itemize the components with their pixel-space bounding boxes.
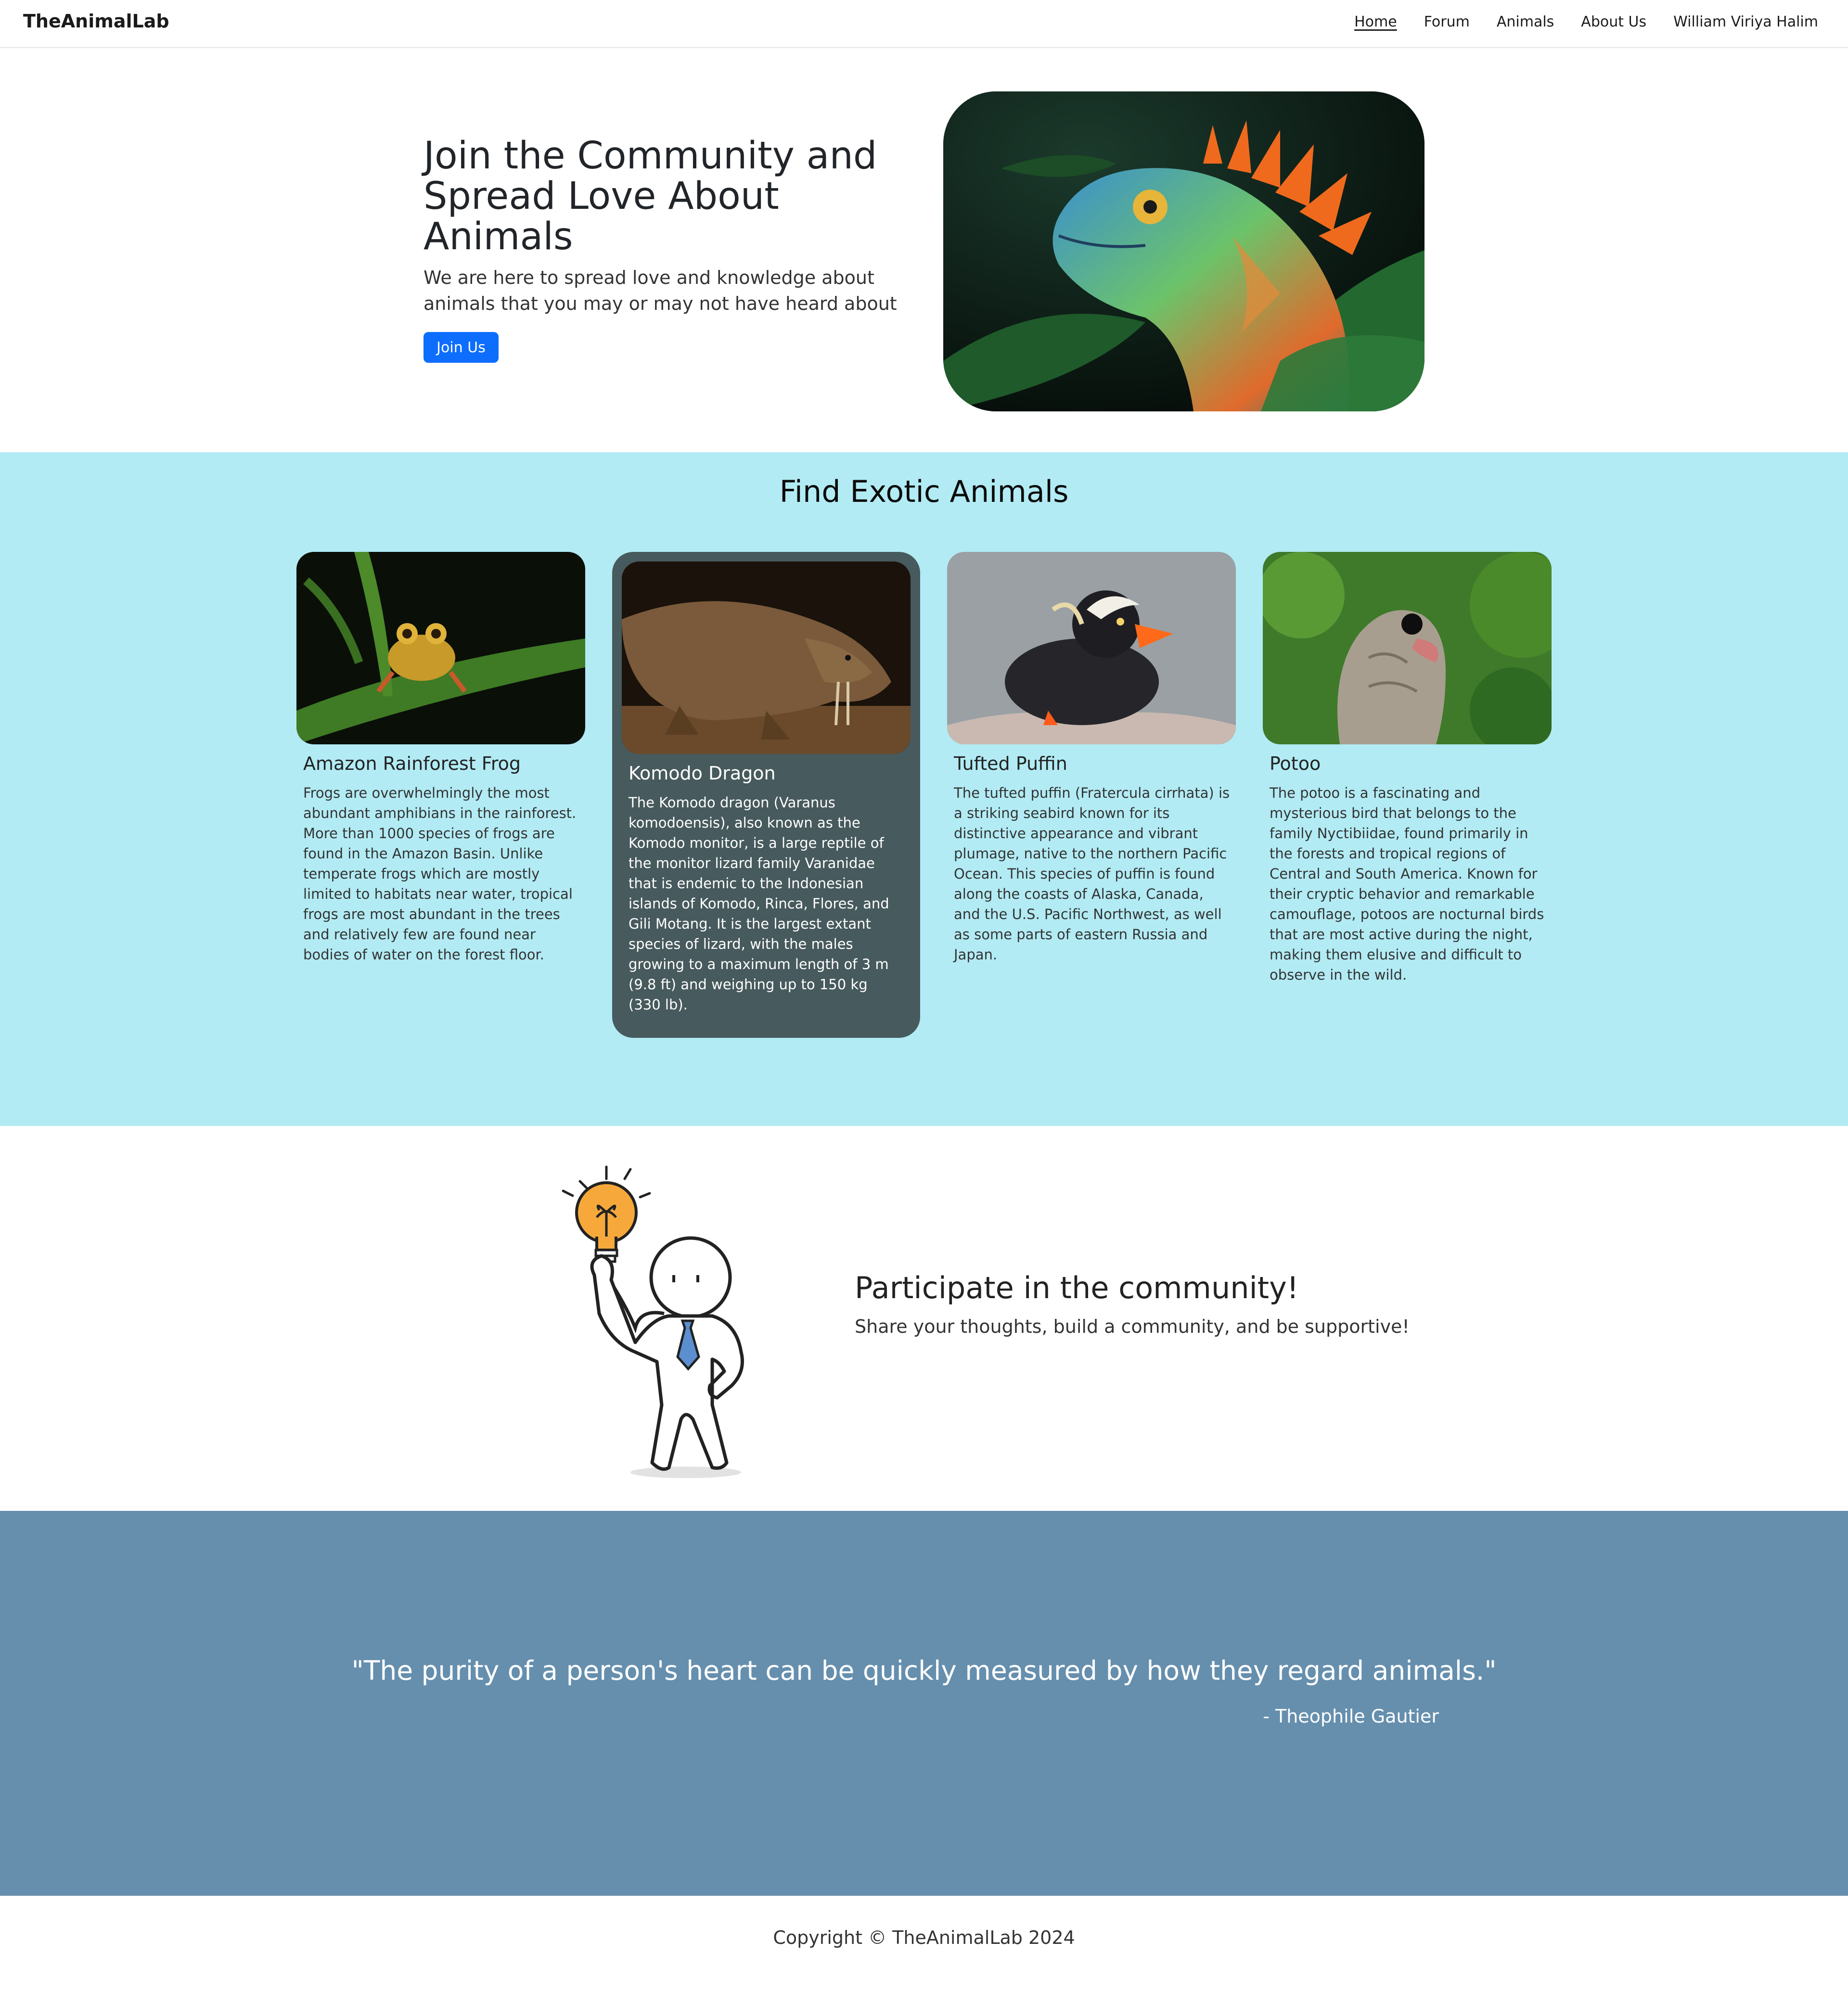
nav-links: Home Forum Animals About Us William Viri… <box>1354 13 1818 30</box>
card-title: Amazon Rainforest Frog <box>303 753 521 774</box>
quote-author: - Theophile Gautier <box>1263 1706 1439 1727</box>
animal-card-tufted-puffin[interactable]: Tufted Puffin The tufted puffin (Fraterc… <box>947 552 1236 963</box>
quote-section: "The purity of a person's heart can be q… <box>0 1511 1848 1896</box>
community-subtitle: Share your thoughts, build a community, … <box>855 1316 1410 1337</box>
potoo-image <box>1263 552 1552 744</box>
card-description: Frogs are overwhelmingly the most abunda… <box>303 785 577 963</box>
join-us-button[interactable]: Join Us <box>424 332 499 363</box>
card-description: The tufted puffin (Fratercula cirrhata) … <box>954 785 1230 963</box>
nav-link-home[interactable]: Home <box>1354 13 1397 30</box>
animal-card-potoo[interactable]: Potoo The potoo is a fascinating and mys… <box>1263 552 1552 983</box>
navbar: TheAnimalLab Home Forum Animals About Us… <box>0 0 1848 48</box>
animal-card-komodo-dragon[interactable]: Komodo Dragon The Komodo dragon (Varanus… <box>612 552 920 1038</box>
nav-link-forum[interactable]: Forum <box>1424 13 1470 30</box>
hero-title: Join the Community and Spread Love About… <box>424 134 877 258</box>
frog-image <box>296 552 585 744</box>
tufted-puffin-image <box>947 552 1236 744</box>
footer-copyright: Copyright © TheAnimalLab 2024 <box>773 1927 1075 1948</box>
nav-link-about-us[interactable]: About Us <box>1581 13 1646 30</box>
exotic-section-title: Find Exotic Animals <box>779 474 1069 509</box>
card-title: Komodo Dragon <box>629 763 776 784</box>
community-title: Participate in the community! <box>855 1270 1299 1305</box>
brand-logo[interactable]: TheAnimalLab <box>23 11 169 32</box>
card-description: The potoo is a fascinating and mysteriou… <box>1270 785 1544 983</box>
card-description: The Komodo dragon (Varanus komodoensis),… <box>629 794 889 1013</box>
exotic-animals-section: Find Exotic Animals Amazon Rainforest Fr… <box>0 452 1848 1126</box>
hero-iguana-image <box>943 91 1424 411</box>
hero-subtitle: We are here to spread love and knowledge… <box>424 267 897 314</box>
lightbulb-person-illustration <box>553 1160 756 1482</box>
card-title: Tufted Puffin <box>954 753 1067 774</box>
quote-text: "The purity of a person's heart can be q… <box>351 1655 1497 1686</box>
nav-link-user-profile[interactable]: William Viriya Halim <box>1673 13 1818 30</box>
nav-link-animals[interactable]: Animals <box>1497 13 1554 30</box>
card-title: Potoo <box>1270 753 1321 774</box>
animal-card-frog[interactable]: Amazon Rainforest Frog Frogs are overwhe… <box>296 552 585 963</box>
komodo-dragon-image <box>622 562 911 754</box>
